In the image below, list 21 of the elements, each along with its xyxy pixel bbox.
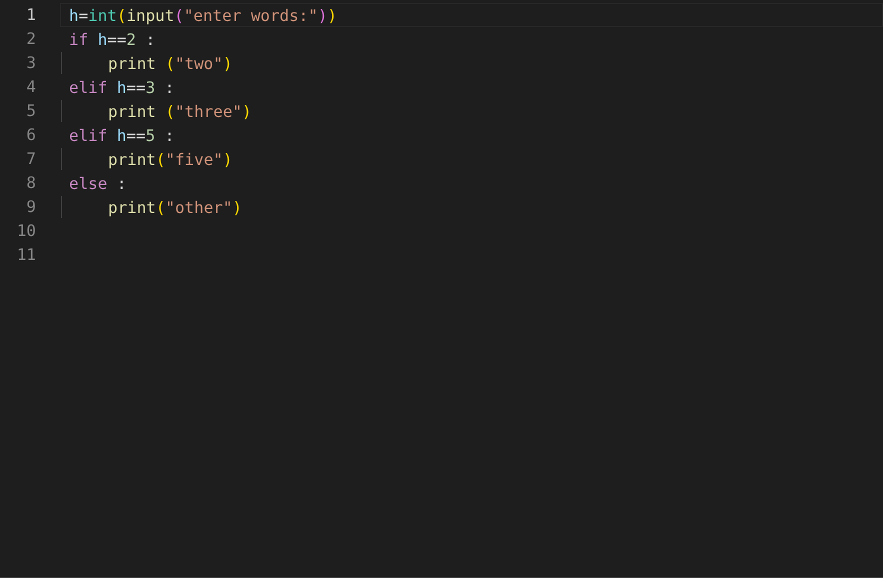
code-line: elif h==5 :	[69, 125, 174, 147]
line-number: 8	[25, 172, 36, 194]
line-number: 9	[25, 196, 36, 218]
line-number: 3	[25, 52, 36, 74]
line-number: 11	[16, 244, 36, 266]
code-line: print("five")	[107, 149, 232, 171]
code-line: if h==2 :	[69, 29, 156, 51]
line-number: 4	[25, 76, 36, 98]
line-number: 2	[25, 28, 36, 50]
line-number: 6	[25, 124, 36, 146]
line-number: 1	[25, 4, 36, 26]
code-line: print ("three")	[107, 101, 252, 123]
code-line: else :	[69, 173, 126, 195]
code-line: h=int(input("enter words:"))	[69, 5, 337, 27]
code-line: elif h==3 :	[69, 77, 174, 99]
code-line: print("other")	[107, 197, 242, 219]
line-number: 10	[16, 220, 36, 242]
line-number: 5	[25, 100, 36, 122]
code-line: print ("two")	[107, 53, 232, 75]
code-editor[interactable]: 1 h=int(input("enter words:")) 2 if h==2 : 3 print ("two") 4 elif h==3 : 5 print ("three") 6 elif h==5 : 7 print("five") 8 else : 9 print("other") 10 11	[0, 0, 883, 578]
line-number: 7	[25, 148, 36, 170]
